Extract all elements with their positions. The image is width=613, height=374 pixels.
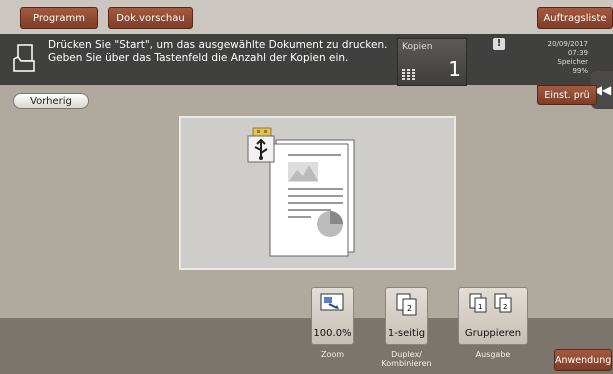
svg-text:2: 2 [503, 303, 507, 311]
zoom-value: 100.0% [313, 328, 352, 339]
zoom-button[interactable]: 100.0% [311, 287, 354, 345]
apply-button[interactable]: Anwendung [554, 349, 612, 371]
message-line-1: Drücken Sie "Start", um das ausgewählte … [48, 39, 388, 51]
duplex-button[interactable]: 2 1-seitig [385, 287, 428, 345]
status-time: 07:39 [567, 49, 588, 57]
svg-text:1: 1 [478, 303, 482, 311]
keypad-icon [402, 69, 415, 80]
group-icon: 1 2 [469, 293, 512, 313]
status-panel: 20/09/2017 07:39 Speicher 99% [548, 40, 588, 76]
svg-text:2: 2 [407, 304, 412, 313]
warning-icon[interactable]: ! [493, 38, 505, 50]
tab-auftragsliste[interactable]: Auftragsliste [537, 7, 613, 29]
duplex-label: Duplex/ Kombinieren [381, 350, 432, 368]
hand-on-page-icon [13, 44, 35, 72]
document-preview-area [179, 116, 456, 270]
tab-programm[interactable]: Programm [20, 7, 98, 29]
copies-value: 1 [448, 57, 461, 81]
settings-check-button[interactable]: Einst. prü [537, 85, 597, 105]
zoom-icon [320, 293, 343, 311]
tab-dok-vorschau[interactable]: Dok.vorschau [108, 7, 193, 29]
message-line-2: Geben Sie über das Tastenfeld die Anzahl… [48, 52, 349, 64]
usb-document-icon [247, 127, 355, 257]
previous-button[interactable]: Vorherig [13, 93, 89, 109]
memory-label: Speicher [557, 58, 588, 66]
copies-label: Kopien [402, 42, 433, 52]
output-value: Gruppieren [464, 328, 522, 339]
message-text: Drücken Sie "Start", um das ausgewählte … [48, 39, 388, 65]
message-bar: Drücken Sie "Start", um das ausgewählte … [0, 34, 613, 85]
output-button[interactable]: 1 2 Gruppieren [458, 287, 528, 345]
duplex-value: 1-seitig [387, 328, 426, 339]
simplex-icon: 2 [396, 293, 416, 316]
memory-value: 99% [572, 67, 588, 75]
zoom-label: Zoom [320, 350, 345, 359]
status-date: 20/09/2017 [547, 40, 588, 48]
output-label: Ausgabe [475, 350, 511, 359]
copies-counter[interactable]: Kopien 1 [397, 38, 467, 86]
